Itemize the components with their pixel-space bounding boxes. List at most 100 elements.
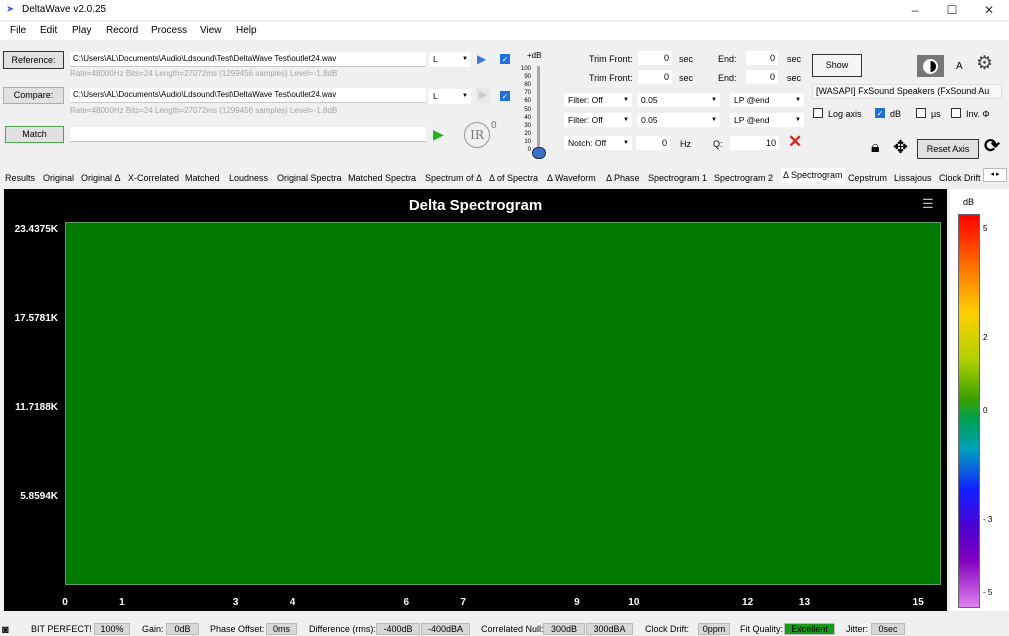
gain-value: 0dB — [166, 623, 199, 635]
menu-play[interactable]: Play — [72, 25, 91, 36]
x-tick-label: 1 — [119, 597, 125, 608]
tab-loudness[interactable]: Loudness — [229, 173, 268, 183]
level-tick: 70 — [524, 90, 531, 97]
colorbar — [958, 214, 980, 608]
menu-edit[interactable]: Edit — [40, 25, 57, 36]
play-compare-icon[interactable]: ▶ — [476, 88, 490, 103]
tab-cepstrum[interactable]: Cepstrum — [848, 173, 887, 183]
jitter-value: 0sec — [871, 623, 905, 635]
tab-clock-drift[interactable]: Clock Drift — [939, 173, 981, 183]
tab-original-spectra[interactable]: Original Spectra — [277, 173, 342, 183]
filter-1-freq-select[interactable]: 0.05 ▼ — [637, 93, 720, 107]
reference-info: Rate=48000Hz Bits=24 Length=27072ms (129… — [70, 69, 338, 78]
reference-checkbox[interactable]: ✓ — [500, 54, 510, 64]
notch-select[interactable]: Notch: Off ▼ — [564, 136, 632, 150]
close-button[interactable]: ✕ — [972, 0, 1006, 20]
bit-perfect-value: 100% — [94, 623, 130, 635]
colorbar-title: dB — [963, 197, 975, 207]
filter-1-select[interactable]: Filter: Off ▼ — [564, 93, 632, 107]
play-reference-icon[interactable]: ▶ — [477, 52, 489, 66]
filter-2-freq-select[interactable]: 0.05 ▼ — [637, 113, 720, 127]
log-axis-label: Log axis — [828, 109, 862, 119]
menu-record[interactable]: Record — [106, 25, 138, 36]
maximize-button[interactable]: ☐ — [935, 0, 969, 20]
invert-phase-checkbox[interactable] — [951, 108, 961, 118]
tab-of-spectra[interactable]: Δ of Spectra — [489, 173, 538, 183]
colorbar-tick: 5 — [983, 223, 988, 233]
difference-label: Difference (rms): — [309, 624, 376, 634]
reset-axis-button[interactable]: Reset Axis — [917, 139, 979, 159]
log-axis-checkbox[interactable] — [813, 108, 823, 118]
tab-spectrogram-2[interactable]: Spectrogram 2 — [714, 173, 773, 183]
trim-front-cmp-input[interactable]: 0 — [638, 70, 672, 84]
colorbar-tick: 0 — [983, 406, 988, 415]
trim-end-cmp-unit: sec — [787, 73, 802, 83]
filter-1-lp-select[interactable]: LP @end ▼ — [730, 93, 804, 107]
level-tick: 40 — [524, 114, 531, 121]
db-checkbox[interactable]: ✓ — [875, 108, 885, 118]
tab-original[interactable]: Original — [43, 173, 74, 183]
us-label: µs — [931, 109, 941, 119]
match-progress-bar — [70, 127, 426, 142]
tab-results[interactable]: Results — [5, 173, 35, 183]
compare-checkbox[interactable]: ✓ — [500, 91, 510, 101]
trim-end-ref-input[interactable]: 0 — [746, 51, 778, 65]
tab-lissajous[interactable]: Lissajous — [894, 173, 932, 183]
tab-spectrogram-1[interactable]: Spectrogram 1 — [648, 173, 707, 183]
minimize-button[interactable]: – — [898, 0, 932, 20]
tab-waveform[interactable]: Δ Waveform — [547, 173, 596, 183]
spectrogram-heatmap[interactable] — [65, 222, 941, 585]
reference-path-field[interactable]: C:\Users\AL\Documents\Audio\Ldsound\Test… — [70, 52, 426, 67]
clock-drift-value: 0ppm — [698, 623, 730, 635]
ir-superscript: 0 — [491, 120, 497, 131]
menu-process[interactable]: Process — [151, 25, 187, 36]
tab-phase[interactable]: Δ Phase — [606, 173, 640, 183]
compare-button[interactable]: Compare: — [3, 87, 64, 104]
a-weighting-label: A — [956, 61, 963, 72]
menu-view[interactable]: View — [200, 25, 222, 36]
y-tick-label: 23.4375K — [14, 224, 58, 235]
gain-label: Gain: — [142, 624, 164, 634]
gear-icon[interactable]: ⚙ — [976, 54, 993, 74]
pan-icon[interactable]: ✥ — [893, 137, 908, 157]
level-track — [537, 66, 540, 152]
x-tick-label: 13 — [798, 597, 811, 608]
ir-button[interactable]: IR — [464, 122, 490, 148]
play-match-icon[interactable]: ▶ — [433, 126, 445, 142]
tab-original[interactable]: Original Δ — [81, 173, 121, 183]
menu-help[interactable]: Help — [236, 25, 257, 36]
tab-scroll-buttons[interactable]: ◂ ▸ — [983, 168, 1007, 182]
camera-icon[interactable]: ◙ — [2, 624, 9, 636]
refresh-icon[interactable]: ⟳ — [984, 136, 1000, 158]
trim-front-ref-input[interactable]: 0 — [638, 51, 672, 65]
reference-button[interactable]: Reference: — [3, 51, 64, 69]
lock-icon[interactable]: 🔒︎ — [871, 139, 880, 157]
theme-toggle[interactable] — [917, 55, 944, 77]
clear-filters-icon[interactable]: ✕ — [788, 133, 802, 150]
us-checkbox[interactable] — [916, 108, 926, 118]
level-slider-handle[interactable] — [532, 147, 546, 159]
notch-freq-input[interactable]: 0 — [636, 136, 670, 150]
show-button[interactable]: Show — [812, 54, 862, 77]
tab-matched-spectra[interactable]: Matched Spectra — [348, 173, 416, 183]
tab-spectrum-of[interactable]: Spectrum of Δ — [425, 173, 482, 183]
level-tick: 60 — [524, 98, 531, 105]
settings-sliders-icon[interactable]: ☰ — [922, 197, 934, 211]
trim-end-cmp-input[interactable]: 0 — [746, 70, 778, 84]
filter-2-select[interactable]: Filter: Off ▼ — [564, 113, 632, 127]
reference-channel-select[interactable]: L ▼ — [429, 52, 471, 67]
tab-matched[interactable]: Matched — [185, 173, 220, 183]
level-tick: 20 — [524, 130, 531, 137]
y-tick-label: 5.8594K — [20, 491, 58, 502]
compare-channel-value: L — [433, 91, 438, 101]
filter-2-lp-select[interactable]: LP @end ▼ — [730, 113, 804, 127]
menu-file[interactable]: File — [10, 25, 26, 36]
output-device-field[interactable]: [WASAPI] FxSound Speakers (FxSound Au — [812, 84, 1002, 99]
level-tick: 80 — [524, 82, 531, 89]
q-input[interactable]: 10 — [730, 136, 779, 150]
tab-spectrogram[interactable]: Δ Spectrogram — [781, 168, 845, 183]
tab-x-correlated[interactable]: X-Correlated — [128, 173, 179, 183]
compare-channel-select[interactable]: L ▼ — [429, 89, 471, 104]
compare-path-field[interactable]: C:\Users\AL\Documents\Audio\Ldsound\Test… — [70, 88, 426, 103]
match-button[interactable]: Match — [5, 126, 64, 143]
